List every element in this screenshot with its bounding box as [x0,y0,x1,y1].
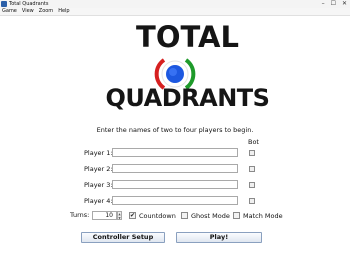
logo: TOTAL QUADRANTS [100,18,275,121]
player-2-label: Player 2: [84,165,113,173]
game-options: Turns: 10 ▲ ▼ ✔ Countdown Ghost Mode Matc… [0,211,350,222]
player-1-label: Player 1: [84,149,113,157]
player-row: Player 1: [0,148,350,158]
player-1-name-input[interactable] [112,148,238,157]
player-row: Player 3: [0,180,350,190]
menu-bar: Game View Zoom Help [0,8,350,16]
close-icon[interactable]: ✕ [342,0,347,8]
window-title: Total Quadrants [9,1,49,7]
player-3-bot-checkbox[interactable] [249,182,255,188]
player-3-label: Player 3: [84,181,113,189]
bot-column-header: Bot [248,138,259,146]
play-button[interactable]: Play! [176,232,262,243]
maximize-icon[interactable]: ☐ [331,0,336,8]
ghost-mode-label: Ghost Mode [191,212,230,220]
logo-word-quadrants: QUADRANTS [105,84,270,112]
menu-zoom[interactable]: Zoom [39,8,53,15]
menu-help[interactable]: Help [58,8,69,15]
match-mode-label: Match Mode [243,212,283,220]
player-3-name-input[interactable] [112,180,238,189]
menu-view[interactable]: View [22,8,34,15]
logo-word-total: TOTAL [136,20,239,54]
app-icon [1,1,7,7]
player-4-bot-checkbox[interactable] [249,198,255,204]
countdown-checkbox[interactable]: ✔ [129,212,136,219]
ghost-mode-checkbox[interactable] [181,212,188,219]
player-row: Player 4: [0,196,350,206]
instruction-text: Enter the names of two to four players t… [96,126,254,134]
player-4-label: Player 4: [84,197,113,205]
match-mode-checkbox[interactable] [233,212,240,219]
window-controls: – ☐ ✕ [322,0,347,8]
minimize-icon[interactable]: – [322,0,325,8]
player-4-name-input[interactable] [112,196,238,205]
menu-game[interactable]: Game [2,8,17,15]
countdown-label: Countdown [139,212,176,220]
player-1-bot-checkbox[interactable] [249,150,255,156]
controller-setup-button[interactable]: Controller Setup [81,232,165,243]
turns-label: Turns: [70,211,90,219]
player-2-name-input[interactable] [112,164,238,173]
player-row: Player 2: [0,164,350,174]
turns-input[interactable]: 10 [92,211,117,220]
turns-spinner[interactable]: ▲ ▼ [117,211,122,220]
player-2-bot-checkbox[interactable] [249,166,255,172]
